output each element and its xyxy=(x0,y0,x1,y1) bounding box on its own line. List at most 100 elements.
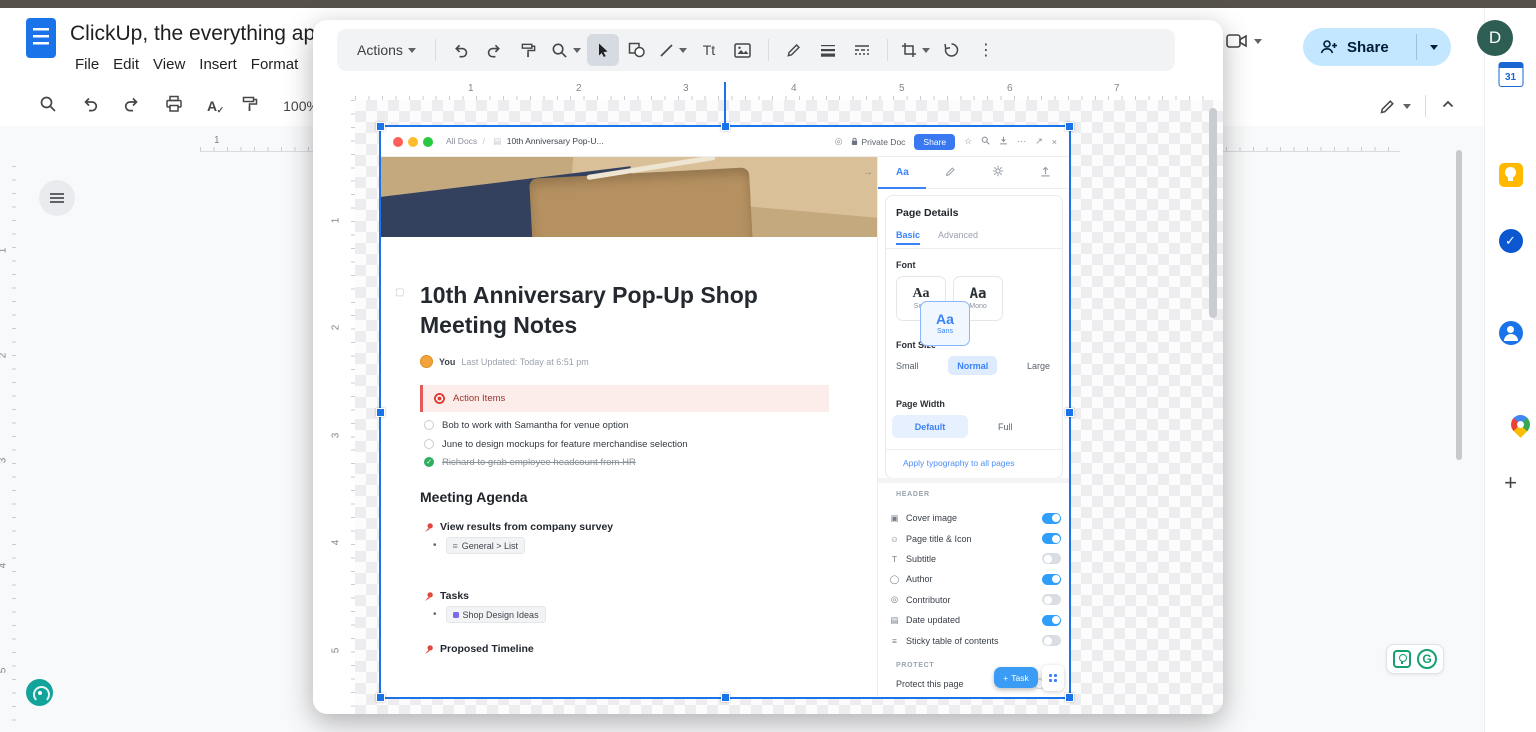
inserted-screenshot-image[interactable]: All Docs / ▤ 10th Anniversary Pop-U... ◎… xyxy=(381,127,1069,697)
paint-format-icon[interactable] xyxy=(241,95,259,118)
author-name[interactable]: You xyxy=(439,357,455,367)
clickup-share-button[interactable]: Share xyxy=(914,134,955,150)
toggle-switch[interactable] xyxy=(1042,574,1061,585)
font-option-mono[interactable]: Aa Mono xyxy=(953,276,1003,321)
toggle-row-page-title[interactable]: ☺ Page title & Icon xyxy=(889,528,1061,548)
undo-icon[interactable] xyxy=(81,95,99,118)
shape-tool-button[interactable] xyxy=(621,34,653,66)
share-button-main[interactable]: Share xyxy=(1303,28,1416,66)
checklist-item[interactable]: ✓ Bob to work with Samantha for venue op… xyxy=(424,417,628,433)
search-icon[interactable] xyxy=(39,95,57,118)
share-tab[interactable] xyxy=(1040,164,1051,182)
toggle-switch[interactable] xyxy=(1042,635,1061,646)
minimize-traffic-light[interactable] xyxy=(408,137,418,147)
redo-icon[interactable] xyxy=(123,95,141,118)
account-avatar[interactable]: D xyxy=(1477,20,1513,56)
tasks-icon[interactable]: ✓ xyxy=(1499,229,1523,253)
record-icon[interactable]: ◎ xyxy=(835,136,843,147)
menu-format[interactable]: Format xyxy=(244,54,306,75)
print-icon[interactable] xyxy=(165,95,183,118)
breadcrumb-doc[interactable]: 10th Anniversary Pop-U... xyxy=(507,136,604,146)
border-dash-button[interactable] xyxy=(846,34,878,66)
toggle-switch[interactable] xyxy=(1042,533,1061,544)
doc-title[interactable]: ClickUp, the everything ap xyxy=(70,22,315,46)
reset-image-button[interactable] xyxy=(936,34,968,66)
close-traffic-light[interactable] xyxy=(393,137,403,147)
add-addon-button[interactable]: + xyxy=(1504,470,1517,496)
task-reference-chip[interactable]: Shop Design Ideas xyxy=(446,606,546,623)
apps-grid-button[interactable] xyxy=(1042,665,1064,691)
checkbox-icon[interactable]: ✓ xyxy=(424,420,434,430)
paint-format-button[interactable] xyxy=(513,34,545,66)
share-button[interactable]: Share xyxy=(1303,28,1451,66)
crop-button[interactable] xyxy=(897,34,934,66)
size-large[interactable]: Large xyxy=(1027,361,1050,371)
agenda-item-survey[interactable]: View results from company survey xyxy=(423,521,613,533)
apply-typography-link[interactable]: Apply typography to all pages xyxy=(903,458,1015,468)
agenda-item-timeline[interactable]: Proposed Timeline xyxy=(423,643,534,655)
docs-logo-icon[interactable] xyxy=(26,18,56,58)
page-title-line1[interactable]: 10th Anniversary Pop-Up Shop xyxy=(420,282,758,309)
author-avatar[interactable] xyxy=(420,355,433,368)
collapse-panel-icon[interactable]: → xyxy=(863,167,873,178)
show-outline-button[interactable] xyxy=(39,180,75,216)
page-title-line2[interactable]: Meeting Notes xyxy=(420,312,577,339)
text-tool-button[interactable]: Tt xyxy=(693,34,725,66)
agenda-item-tasks[interactable]: Tasks xyxy=(423,590,469,602)
editing-mode-button[interactable] xyxy=(1379,98,1411,115)
toggle-row-subtitle[interactable]: T Subtitle xyxy=(889,549,1061,569)
maximize-traffic-light[interactable] xyxy=(423,137,433,147)
select-tool-button[interactable] xyxy=(587,34,619,66)
zoom-button[interactable] xyxy=(547,34,585,66)
suggestions-bulb-icon[interactable] xyxy=(1393,650,1411,668)
keep-icon[interactable] xyxy=(1499,163,1523,187)
actions-menu-button[interactable]: Actions xyxy=(347,34,426,66)
width-default[interactable]: Default xyxy=(892,415,968,438)
drawing-canvas[interactable]: All Docs / ▤ 10th Anniversary Pop-U... ◎… xyxy=(355,100,1223,714)
toggle-switch[interactable] xyxy=(1042,594,1061,605)
close-icon[interactable]: × xyxy=(1052,137,1057,147)
style-tab[interactable] xyxy=(945,164,956,182)
menu-edit[interactable]: Edit xyxy=(106,54,146,75)
more-icon[interactable]: ⋯ xyxy=(1017,136,1026,147)
spellcheck-icon[interactable]: A✓ xyxy=(207,98,217,114)
grammarly-icon[interactable]: G xyxy=(1417,649,1437,669)
assistant-icon[interactable] xyxy=(26,679,53,706)
more-options-button[interactable]: ⋮ xyxy=(970,34,1002,66)
meet-button[interactable] xyxy=(1226,32,1262,50)
toggle-row-contributor[interactable]: ◎ Contributor xyxy=(889,590,1061,610)
breadcrumb-root[interactable]: All Docs xyxy=(446,136,477,146)
menu-file[interactable]: File xyxy=(68,54,106,75)
checklist-item[interactable]: ✓ June to design mockups for feature mer… xyxy=(424,436,688,452)
collapse-toolbar-icon[interactable] xyxy=(1440,96,1456,117)
size-normal[interactable]: Normal xyxy=(948,356,997,375)
maps-icon[interactable] xyxy=(1507,411,1534,438)
document-scrollbar[interactable] xyxy=(1456,150,1462,460)
tab-basic[interactable]: Basic xyxy=(896,230,920,240)
border-weight-button[interactable] xyxy=(812,34,844,66)
toggle-row-cover-image[interactable]: ▣ Cover image xyxy=(889,508,1061,528)
cover-image[interactable] xyxy=(381,157,877,237)
tab-advanced[interactable]: Advanced xyxy=(938,230,978,240)
search-icon[interactable] xyxy=(981,136,990,147)
settings-tab[interactable] xyxy=(992,164,1004,182)
toggle-row-sticky-toc[interactable]: ≡ Sticky table of contents xyxy=(889,630,1061,650)
list-reference-chip[interactable]: ≡ General > List xyxy=(446,537,526,554)
toggle-row-author[interactable]: ◯ Author xyxy=(889,569,1061,589)
line-tool-button[interactable] xyxy=(655,34,691,66)
privacy-badge[interactable]: Private Doc xyxy=(851,137,905,147)
contacts-icon[interactable] xyxy=(1499,321,1523,345)
menu-insert[interactable]: Insert xyxy=(192,54,244,75)
action-items-callout[interactable]: Action Items xyxy=(420,385,829,412)
width-full[interactable]: Full xyxy=(998,422,1013,432)
menu-view[interactable]: View xyxy=(146,54,192,75)
toggle-switch[interactable] xyxy=(1042,513,1061,524)
typography-tab[interactable]: Aa xyxy=(896,167,909,178)
checklist-item[interactable]: ✓ Richard to grab employee headcount fro… xyxy=(424,454,636,470)
font-option-serif[interactable]: Aa Serif xyxy=(896,276,946,321)
favorite-icon[interactable]: ☆ xyxy=(964,136,972,147)
checkbox-icon[interactable]: ✓ xyxy=(424,457,434,467)
undo-button[interactable] xyxy=(445,34,477,66)
calendar-icon[interactable]: 31 xyxy=(1498,62,1523,87)
toggle-switch[interactable] xyxy=(1042,615,1061,626)
